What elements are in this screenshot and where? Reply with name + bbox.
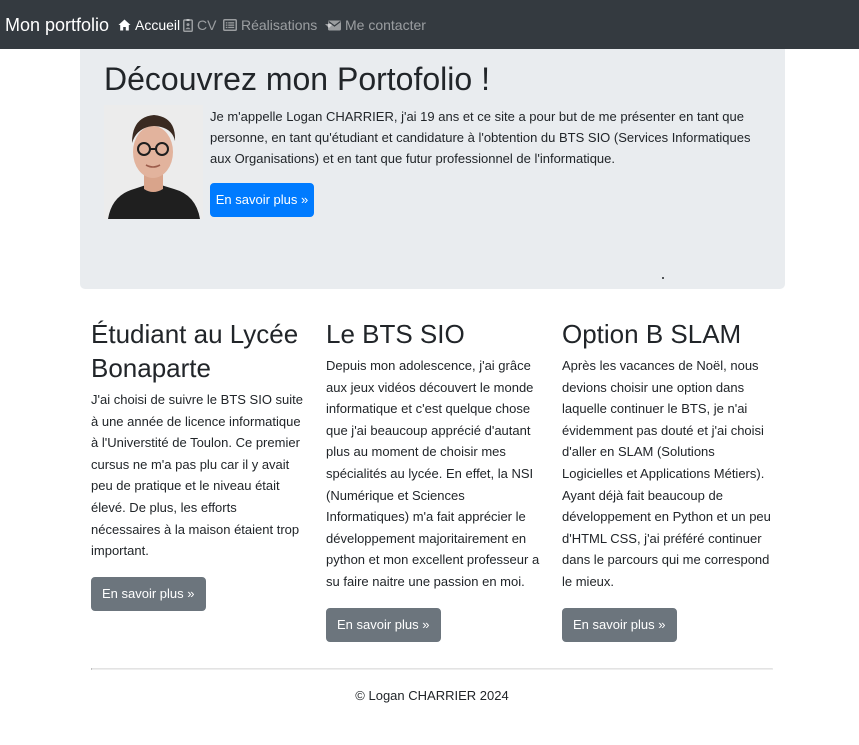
column-text: Depuis mon adolescence, j'ai grâce aux j… bbox=[326, 358, 540, 589]
home-icon bbox=[118, 19, 131, 31]
envelope-icon bbox=[328, 20, 341, 30]
jumbotron: Découvrez mon Portofolio ! Je m'appelle … bbox=[80, 49, 785, 289]
nav-item-label: CV bbox=[197, 17, 217, 33]
column-text: Après les vacances de Noël, nous devions… bbox=[562, 358, 771, 589]
column-text: J'ai choisi de suivre le BTS SIO suite à… bbox=[91, 392, 304, 559]
page-title: Découvrez mon Portofolio ! bbox=[104, 61, 490, 97]
column-title: Option B SLAM bbox=[562, 319, 742, 349]
nav-item-realisations[interactable]: Réalisations bbox=[223, 15, 334, 35]
nav-item-cv[interactable]: CV bbox=[183, 15, 216, 35]
column-title: Le BTS SIO bbox=[326, 319, 465, 349]
id-badge-icon bbox=[183, 18, 193, 32]
stray-mark bbox=[662, 277, 664, 279]
column-bts-sio: Le BTS SIO Depuis mon adolescence, j'ai … bbox=[326, 317, 541, 642]
navbar-brand[interactable]: Mon portfolio bbox=[5, 13, 109, 37]
column-option-slam: Option B SLAM Après les vacances de Noël… bbox=[562, 317, 777, 642]
footer-copyright: © Logan CHARRIER 2024 bbox=[355, 688, 509, 703]
profile-photo bbox=[104, 105, 203, 219]
navbar: Mon portfolio Accueil CV Réalisations Me… bbox=[0, 0, 859, 49]
nav-item-contact[interactable]: Me contacter bbox=[328, 15, 426, 35]
bts-sio-learn-more-button[interactable]: En savoir plus » bbox=[326, 607, 441, 642]
nav-item-accueil[interactable]: Accueil bbox=[118, 15, 180, 35]
nav-item-label: Accueil bbox=[135, 17, 181, 33]
nav-item-label: Me contacter bbox=[345, 17, 426, 33]
jumbotron-learn-more-button[interactable]: En savoir plus » bbox=[210, 183, 314, 217]
list-icon bbox=[223, 19, 237, 31]
column-title: Étudiant au Lycée Bonaparte bbox=[91, 319, 299, 383]
column-lycee: Étudiant au Lycée Bonaparte J'ai choisi … bbox=[91, 317, 306, 611]
lycee-learn-more-button[interactable]: En savoir plus » bbox=[91, 576, 206, 611]
footer-divider bbox=[91, 668, 773, 670]
nav-item-label: Réalisations bbox=[241, 17, 318, 33]
intro-text: Je m'appelle Logan CHARRIER, j'ai 19 ans… bbox=[210, 109, 751, 166]
option-slam-learn-more-button[interactable]: En savoir plus » bbox=[562, 607, 677, 642]
